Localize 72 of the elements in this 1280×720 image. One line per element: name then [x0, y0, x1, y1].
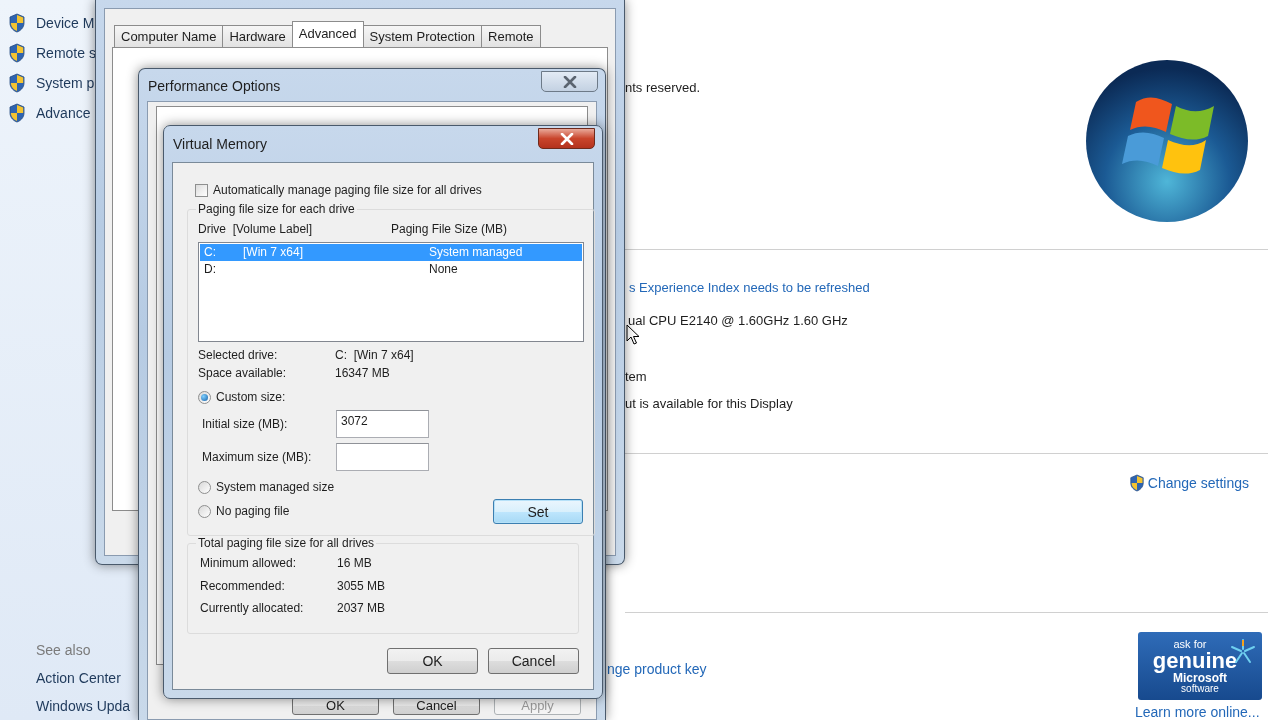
cancel-button[interactable]: Cancel [488, 648, 579, 674]
shield-icon [8, 13, 26, 33]
close-button[interactable] [538, 128, 595, 149]
badge-text: ask for [1173, 638, 1207, 650]
pen-touch-text: ut is available for this Display [625, 396, 793, 412]
radio-label: Custom size: [216, 390, 286, 404]
see-also-link[interactable]: Action Center [36, 664, 121, 692]
mouse-pointer-icon [626, 324, 640, 346]
close-icon [559, 132, 574, 145]
ok-button[interactable]: OK [387, 648, 478, 674]
tab[interactable]: System Protection [362, 25, 483, 47]
paging-size: System managed [429, 244, 523, 261]
tab[interactable]: Computer Name [114, 25, 224, 47]
change-product-key-link[interactable]: nge product key [607, 661, 707, 679]
radio-label: No paging file [216, 504, 290, 518]
input-field[interactable]: 3072 [336, 409, 429, 438]
experience-index-link[interactable]: s Experience Index needs to be refreshed [629, 280, 870, 296]
system-type-text: tem [625, 369, 647, 385]
processor-text: ual CPU E2140 @ 1.60GHz 1.60 GHz [628, 313, 848, 329]
shield-icon [8, 73, 26, 93]
radio-button[interactable] [198, 390, 211, 404]
drive-letter: D: [203, 261, 217, 278]
sidebar-link[interactable]: Device M [36, 15, 95, 31]
drive-row[interactable]: D: None [200, 261, 582, 278]
badge-text: Microsoft [1173, 671, 1227, 684]
close-icon [562, 75, 577, 88]
copyright-text: nts reserved. [625, 79, 701, 96]
sidebar-link[interactable]: System p [36, 75, 95, 91]
info-value: C: [Win 7 x64] [335, 347, 414, 364]
input-field[interactable] [336, 442, 429, 471]
badge-text: software [1181, 683, 1219, 694]
shield-icon [1128, 474, 1145, 492]
paging-size: None [429, 261, 458, 278]
column-header: Paging File Size (MB) [391, 222, 509, 236]
badge-text: genuine [1152, 649, 1238, 672]
radio-button[interactable] [198, 480, 211, 494]
window-title: Performance Options [148, 78, 281, 94]
learn-more-link[interactable]: Learn more online... [1135, 704, 1260, 720]
info-value: 16 MB [337, 555, 372, 572]
radio-label: System managed size [216, 480, 335, 494]
info-label: Recommended: [200, 577, 286, 595]
info-value: 16347 MB [335, 365, 390, 382]
see-also-link[interactable]: Windows Upda [36, 692, 131, 720]
tab[interactable]: Hardware [222, 25, 293, 47]
group-title: Paging file size for each drive [197, 202, 356, 216]
radio-button[interactable] [198, 504, 211, 518]
info-label: Minimum allowed: [200, 555, 298, 572]
genuine-badge[interactable]: ask for genuine Microsoft software [1138, 632, 1262, 700]
column-header: Drive [Volume Label] [198, 222, 314, 236]
sidebar-link[interactable]: Advance [36, 105, 91, 121]
close-button[interactable] [541, 71, 598, 92]
field-label: Initial size (MB): [202, 416, 289, 431]
change-settings-link[interactable]: Change settings [1147, 475, 1249, 491]
drive-letter: C: [203, 244, 217, 261]
tab[interactable]: Remote [481, 25, 541, 47]
volume-label: [Win 7 x64] [243, 244, 305, 261]
field-label: Maximum size (MB): [202, 449, 313, 464]
info-value: 3055 MB [337, 577, 386, 595]
sidebar-link[interactable]: Remote s [36, 45, 96, 61]
window-title: Virtual Memory [173, 136, 267, 152]
tab[interactable]: Advanced [291, 21, 364, 47]
shield-icon [8, 43, 26, 63]
info-label: Space available: [198, 365, 288, 382]
info-value: 2037 MB [337, 600, 386, 617]
info-label: Selected drive: [198, 347, 279, 364]
see-also-heading: See also [36, 641, 92, 660]
set-button[interactable]: Set [493, 499, 583, 524]
shield-icon [8, 103, 26, 123]
checkbox[interactable] [195, 183, 208, 197]
group-title: Total paging file size for all drives [197, 536, 376, 550]
checkbox-label: Automatically manage paging file size for all drives [213, 183, 482, 197]
info-label: Currently allocated: [200, 600, 305, 617]
